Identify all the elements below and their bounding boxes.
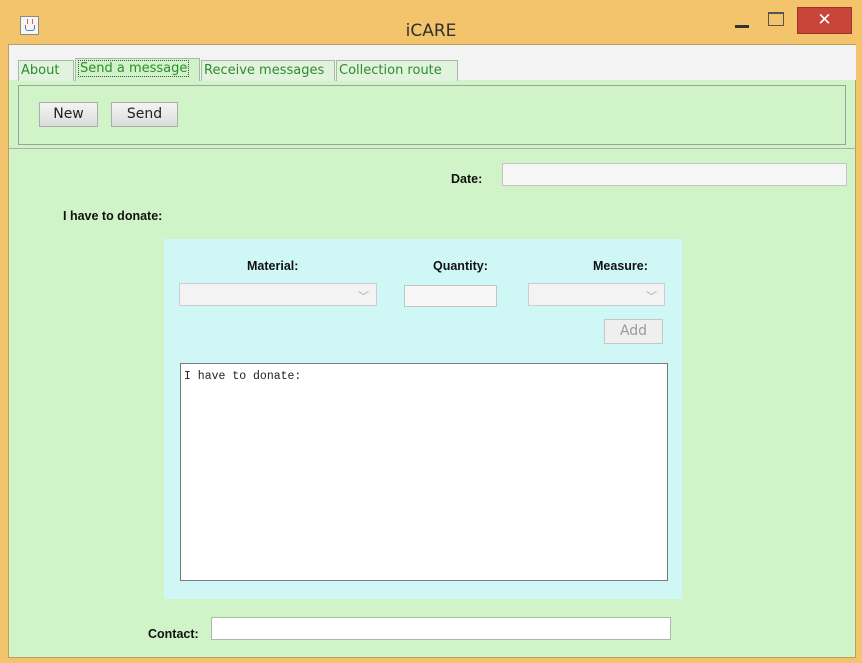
- chevron-down-icon: ﹀: [646, 290, 657, 303]
- date-label: Date:: [451, 172, 483, 186]
- measure-select[interactable]: ﹀: [528, 283, 665, 306]
- tab-about[interactable]: About: [18, 60, 74, 81]
- close-icon: ✕: [817, 10, 832, 30]
- quantity-field[interactable]: [404, 285, 497, 307]
- send-button[interactable]: Send: [111, 102, 178, 127]
- close-button[interactable]: ✕: [797, 7, 852, 34]
- new-button[interactable]: New: [39, 102, 98, 127]
- contact-field[interactable]: [211, 617, 671, 640]
- donate-heading: I have to donate:: [63, 209, 163, 223]
- message-textarea[interactable]: I have to donate:: [180, 363, 668, 581]
- separator: [9, 148, 856, 149]
- tab-receive-messages-label: Receive messages: [204, 63, 325, 78]
- tab-collection-route[interactable]: Collection route: [336, 60, 458, 81]
- tab-strip: About Send a message Receive messages Co…: [9, 45, 856, 81]
- material-select[interactable]: ﹀: [179, 283, 377, 306]
- main-content: About Send a message Receive messages Co…: [8, 44, 856, 658]
- tab-send-a-message-label: Send a message: [78, 60, 190, 77]
- contact-label: Contact:: [148, 627, 199, 641]
- date-field[interactable]: [502, 163, 847, 186]
- add-button[interactable]: Add: [604, 319, 663, 344]
- minimize-icon: [735, 25, 749, 28]
- title-bar[interactable]: iCARE ✕: [0, 0, 862, 44]
- toolbar: New Send: [18, 85, 846, 145]
- tab-about-label: About: [21, 63, 60, 78]
- tab-send-a-message[interactable]: Send a message: [75, 58, 200, 81]
- tab-receive-messages[interactable]: Receive messages: [201, 60, 335, 81]
- minimize-button[interactable]: [727, 7, 757, 34]
- material-label: Material:: [247, 259, 299, 273]
- chevron-down-icon: ﹀: [358, 290, 369, 303]
- quantity-label: Quantity:: [433, 259, 488, 273]
- donation-panel: Material: Quantity: Measure: ﹀ ﹀ Add I h…: [164, 239, 682, 599]
- tab-collection-route-label: Collection route: [339, 63, 442, 78]
- maximize-icon: [768, 12, 784, 26]
- maximize-button[interactable]: [760, 7, 790, 34]
- measure-label: Measure:: [593, 259, 648, 273]
- app-window: iCARE ✕ About Send a message Receive mes…: [0, 0, 862, 663]
